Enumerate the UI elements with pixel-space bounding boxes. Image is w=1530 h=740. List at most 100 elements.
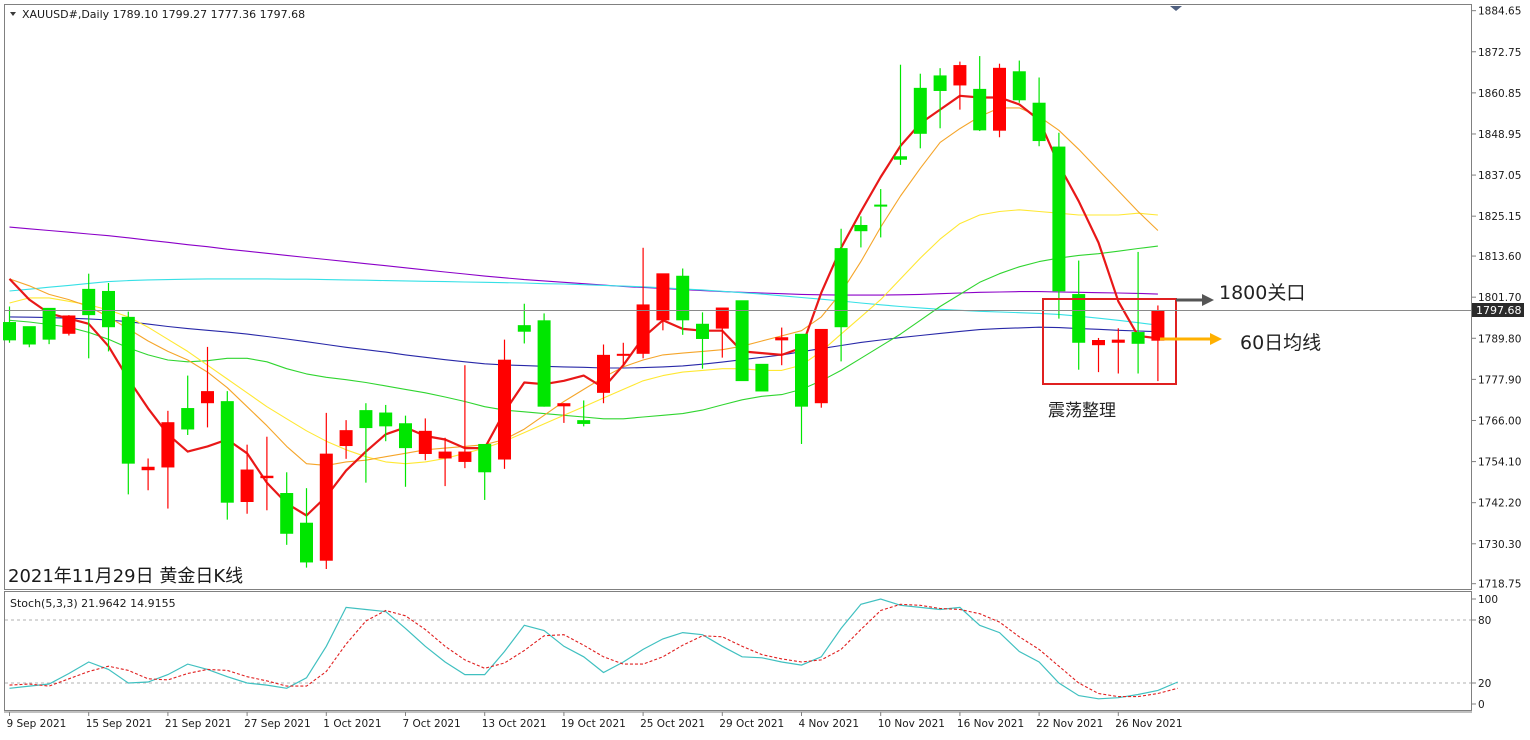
- bullish-candle-body: [458, 451, 472, 462]
- price-tick-label: 1837.05: [1478, 170, 1521, 182]
- bearish-candle-body: [795, 333, 808, 407]
- bullish-candle-body: [161, 422, 175, 468]
- bearish-candle-body: [517, 325, 531, 332]
- date-tick-label: 1 Oct 2021: [323, 718, 381, 730]
- bearish-candle-body: [22, 326, 36, 345]
- bearish-candle-body: [220, 401, 234, 503]
- bullish-candle-body: [418, 430, 432, 454]
- bullish-candle-body: [953, 65, 967, 86]
- bearish-candle-body: [121, 316, 135, 464]
- bullish-candle-body: [260, 475, 274, 479]
- date-tick-label: 25 Oct 2021: [640, 718, 705, 730]
- price-tick-label: 1825.15: [1478, 211, 1521, 223]
- price-chart[interactable]: XAUUSD#,Daily 1789.10 1799.27 1777.36 17…: [0, 0, 1530, 740]
- bullish-candle-body: [814, 328, 828, 404]
- bearish-candle-body: [300, 522, 313, 563]
- bullish-candle-body: [1111, 339, 1125, 343]
- price-tick-label: 1789.80: [1478, 333, 1521, 345]
- price-tick-label: 1872.75: [1478, 47, 1521, 59]
- bullish-candle-body: [636, 304, 650, 354]
- price-tick-label: 1742.20: [1478, 498, 1521, 510]
- bearish-candle-body: [1052, 146, 1066, 292]
- bearish-candle-body: [913, 87, 927, 134]
- date-tick-label: 21 Sep 2021: [165, 718, 232, 730]
- chart-caption: 2021年11月29日 黄金日K线: [8, 566, 243, 587]
- date-tick-label: 26 Nov 2021: [1115, 718, 1182, 730]
- bullish-candle-body: [775, 337, 789, 341]
- bullish-candle-body: [240, 469, 254, 502]
- price-tick-label: 1813.60: [1478, 251, 1521, 263]
- current-price-label: 1797.68: [1476, 304, 1522, 317]
- bullish-candle-body: [656, 273, 670, 321]
- bearish-candle-body: [181, 408, 195, 430]
- bearish-candle-body: [537, 320, 551, 407]
- oscillator-tick-label: 100: [1478, 594, 1498, 606]
- oscillator-tick-label: 80: [1478, 615, 1491, 627]
- bearish-candle-body: [755, 363, 769, 392]
- oscillator-tick-label: 20: [1478, 678, 1491, 690]
- bearish-candle-body: [894, 156, 907, 160]
- price-axis: 1884.65 1872.75 1860.85 1848.95 1837.05 1825.…: [1471, 6, 1521, 591]
- price-tick-label: 1777.90: [1478, 374, 1521, 386]
- price-tick-label: 1884.65: [1478, 6, 1521, 18]
- arrow-ma60-label: 60日均线: [1240, 332, 1321, 354]
- bearish-candle-body: [1032, 102, 1046, 142]
- bearish-candle-body: [874, 204, 888, 207]
- date-tick-label: 7 Oct 2021: [403, 718, 461, 730]
- bearish-candle-body: [379, 412, 393, 427]
- price-tick-label: 1718.75: [1478, 579, 1521, 591]
- bullish-candle-body: [993, 67, 1006, 131]
- bearish-candle-body: [933, 75, 947, 91]
- bearish-candle-body: [82, 288, 96, 316]
- bearish-candle-body: [854, 224, 868, 232]
- oscillator-label: Stoch(5,3,3) 21.9642 14.9155: [10, 597, 176, 610]
- bearish-candle-body: [1012, 71, 1026, 101]
- date-tick-label: 29 Oct 2021: [719, 718, 784, 730]
- bearish-candle-body: [478, 443, 492, 473]
- bearish-candle-body: [359, 410, 373, 429]
- bearish-candle-body: [399, 423, 412, 449]
- bearish-candle-body: [577, 420, 591, 424]
- bearish-candle-body: [102, 290, 115, 328]
- bullish-candle-body: [616, 353, 630, 356]
- arrow-1800-label: 1800关口: [1219, 282, 1305, 304]
- date-tick-label: 9 Sep 2021: [7, 718, 67, 730]
- bullish-candle-body: [319, 453, 333, 561]
- bearish-candle-body: [834, 248, 848, 328]
- bearish-candle-body: [676, 275, 690, 321]
- symbol-info: XAUUSD#,Daily 1789.10 1799.27 1777.36 17…: [22, 8, 305, 21]
- bullish-candle-body: [1151, 310, 1165, 341]
- consolidation-label: 震荡整理: [1048, 401, 1116, 421]
- date-tick-label: 13 Oct 2021: [482, 718, 547, 730]
- bearish-candle-body: [973, 88, 987, 131]
- date-tick-label: 16 Nov 2021: [957, 718, 1024, 730]
- bullish-candle-body: [201, 391, 214, 404]
- oscillator-tick-label: 0: [1478, 699, 1485, 711]
- price-tick-label: 1754.10: [1478, 457, 1521, 469]
- bullish-candle-body: [597, 354, 610, 393]
- bullish-candle-body: [438, 451, 452, 459]
- bearish-candle-body: [3, 322, 16, 341]
- bullish-candle-body: [498, 359, 511, 460]
- bearish-candle-body: [42, 307, 56, 340]
- bullish-candle-body: [141, 466, 155, 471]
- bearish-candle-body: [696, 323, 709, 339]
- bullish-candle-body: [1092, 340, 1105, 346]
- price-tick-label: 1848.95: [1478, 129, 1521, 141]
- price-tick-label: 1766.00: [1478, 415, 1521, 427]
- bullish-candle-body: [62, 315, 76, 334]
- bullish-candle-body: [339, 430, 353, 447]
- price-tick-label: 1801.70: [1478, 292, 1521, 304]
- date-tick-label: 15 Sep 2021: [86, 718, 153, 730]
- date-tick-label: 19 Oct 2021: [561, 718, 626, 730]
- date-tick-label: 27 Sep 2021: [244, 718, 311, 730]
- bearish-candle-body: [280, 493, 294, 534]
- bearish-candle-body: [735, 300, 749, 382]
- bearish-candle-body: [1072, 294, 1086, 343]
- date-tick-label: 22 Nov 2021: [1036, 718, 1103, 730]
- date-tick-label: 4 Nov 2021: [799, 718, 860, 730]
- date-tick-label: 10 Nov 2021: [878, 718, 945, 730]
- bullish-candle-body: [557, 403, 571, 407]
- price-tick-label: 1860.85: [1478, 88, 1521, 100]
- price-tick-label: 1730.30: [1478, 539, 1521, 551]
